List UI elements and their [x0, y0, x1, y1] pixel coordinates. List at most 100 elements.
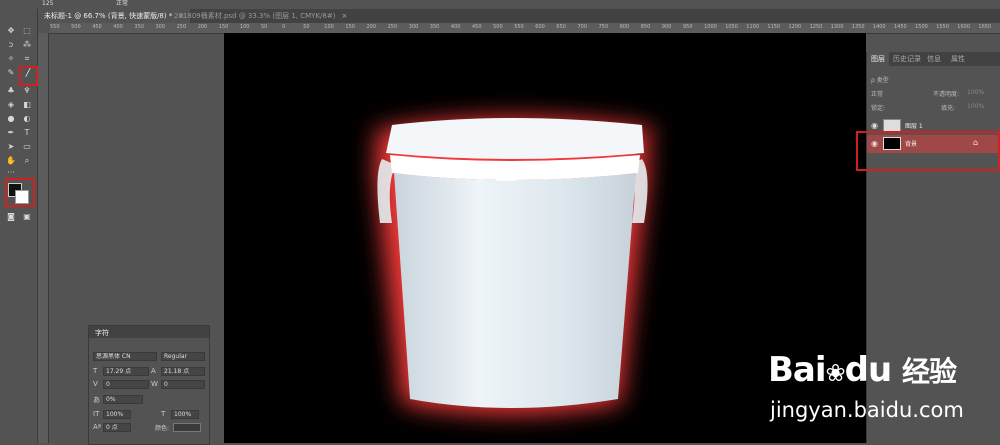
- blur-tool-icon[interactable]: ●: [4, 113, 18, 124]
- horizontal-scale-input[interactable]: 100%: [171, 410, 199, 419]
- ruler-tick-label: 100: [324, 24, 334, 30]
- ruler-tick-label: 350: [429, 24, 440, 30]
- vertical-scale-icon: IT: [93, 410, 100, 418]
- ruler-tick-label: 1500: [915, 24, 928, 30]
- font-family-select[interactable]: 思源黑体 CN: [93, 352, 157, 361]
- shape-tool-icon[interactable]: ▭: [20, 141, 34, 152]
- path-select-tool-icon[interactable]: ➤: [4, 141, 18, 152]
- ruler-tick-label: 1050: [725, 24, 738, 30]
- ruler-tick-label: 400: [450, 24, 461, 30]
- visibility-eye-icon[interactable]: ◉: [871, 121, 878, 130]
- tab-bucket-psd[interactable]: 201809桶素材.psd @ 33.3% (图层 1, CMYK/8#) ×: [168, 9, 353, 23]
- hand-tool-icon[interactable]: ✋: [4, 155, 18, 166]
- lasso-tool-icon[interactable]: ↄ: [4, 39, 18, 50]
- ruler-tick-label: 50: [261, 24, 268, 30]
- paw-icon: ❀: [825, 359, 846, 387]
- brush-mode-value[interactable]: 正常: [116, 0, 128, 8]
- ruler-tick-label: 1250: [809, 24, 823, 30]
- horizontal-scale-icon: T: [161, 410, 166, 418]
- lock-row: 锁定: 填充: 100%: [867, 102, 1000, 112]
- baidu-logo: Bai❀du 经验: [768, 350, 957, 390]
- gradient-tool-icon[interactable]: ◧: [20, 99, 34, 110]
- ruler-tick-label: 150: [218, 24, 229, 30]
- ruler-tick-label: 650: [556, 24, 566, 30]
- tab-properties[interactable]: 属性: [947, 52, 969, 66]
- crop-tool-icon[interactable]: ⌗: [20, 53, 34, 64]
- ruler-tick-label: 250: [387, 24, 398, 30]
- layers-panel-tabs: 图层 历史记录 信息 属性: [867, 52, 1000, 66]
- pen-tool-icon[interactable]: ✒: [4, 127, 18, 138]
- ruler-tick-label: 1100: [746, 24, 760, 30]
- leading-icon: A: [151, 367, 156, 375]
- font-style-select[interactable]: Regular: [161, 352, 205, 361]
- screen-mode-icon[interactable]: ▣: [20, 211, 34, 222]
- tab-history[interactable]: 历史记录: [889, 52, 925, 66]
- vertical-ruler: [38, 33, 49, 443]
- tracking-input[interactable]: 0: [161, 380, 205, 389]
- baseline-shift-input[interactable]: 0 点: [103, 423, 131, 432]
- marquee-tool-icon[interactable]: ⬚: [20, 25, 34, 36]
- lock-label: 锁定:: [871, 105, 886, 112]
- layer-filter-select[interactable]: ρ 类型: [871, 75, 889, 84]
- opacity-input[interactable]: 100%: [967, 89, 984, 96]
- ruler-tick-label: 350: [134, 24, 144, 30]
- eraser-tool-icon[interactable]: ◈: [4, 99, 18, 110]
- move-tool-icon[interactable]: ✥: [4, 25, 18, 36]
- ruler-tick-label: 1600: [957, 24, 971, 30]
- character-panel: 字符 思源黑体 CN Regular T 17.29 点 A 21.18 点 V…: [88, 325, 210, 445]
- layer-filter-row: ρ 类型: [867, 74, 1000, 84]
- ruler-tick-label: 450: [472, 24, 482, 30]
- ruler-tick-label: 550: [514, 24, 524, 30]
- tracking-icon: W: [151, 380, 158, 388]
- magic-wand-tool-icon[interactable]: ✧: [4, 53, 18, 64]
- eyedropper-tool-icon[interactable]: ✎: [4, 67, 18, 78]
- ruler-tick-label: 600: [535, 24, 545, 30]
- ruler-tick-label: 300: [408, 24, 419, 30]
- font-size-icon: T: [93, 367, 98, 375]
- ruler-tick-label: 1000: [704, 24, 717, 30]
- ruler-tick-label: 150: [345, 24, 355, 30]
- dodge-tool-icon[interactable]: ◐: [20, 113, 34, 124]
- ruler-tick-label: 500: [71, 24, 81, 30]
- vertical-scale-input[interactable]: 100%: [103, 410, 131, 419]
- ruler-tick-label: 400: [113, 24, 123, 30]
- ruler-tick-label: 750: [598, 24, 609, 30]
- quick-mask-icon[interactable]: ◙: [4, 211, 18, 222]
- kerning-icon: V: [93, 380, 98, 388]
- tools-panel: ✥ ⬚ ↄ ⁂ ✧ ⌗ ✎ ╱ ♣ ♆ ◈ ◧ ● ◐ ✒ T ➤ ▭ ✋ ⌕ …: [0, 9, 38, 443]
- ruler-tick-label: 300: [155, 24, 166, 30]
- stamp-tool-icon[interactable]: ♣: [4, 85, 18, 96]
- kerning-input[interactable]: 0: [103, 380, 149, 389]
- blend-mode-select[interactable]: 正常: [871, 89, 883, 98]
- ruler-tick-label: 700: [577, 24, 588, 30]
- ruler-tick-label: 950: [683, 24, 693, 30]
- ruler-tick-label: 450: [92, 24, 102, 30]
- fill-label: 填充:: [941, 105, 956, 112]
- more-tools-icon[interactable]: ···: [4, 167, 18, 178]
- watermark-suffix: 经验: [902, 355, 957, 388]
- ruler-tick-label: 1450: [894, 24, 907, 30]
- brush-size-value[interactable]: 125: [42, 0, 53, 8]
- watermark-brand2: du: [844, 350, 893, 390]
- text-color-swatch[interactable]: [173, 423, 201, 432]
- baseline-shift-icon: Aª: [93, 423, 102, 431]
- ruler-tick-label: 500: [493, 24, 503, 30]
- close-icon[interactable]: ×: [341, 12, 347, 20]
- ruler-tick-label: 1400: [872, 24, 886, 30]
- leading-input[interactable]: 21.18 点: [161, 367, 205, 376]
- tsume-input[interactable]: 0%: [103, 395, 143, 404]
- tab-label: 未标题-1 @ 66.7% (背景, 快速蒙版/8) *: [44, 12, 173, 20]
- fill-input[interactable]: 100%: [967, 103, 984, 110]
- history-brush-tool-icon[interactable]: ♆: [20, 85, 34, 96]
- tab-label: 201809桶素材.psd @ 33.3% (图层 1, CMYK/8#): [174, 12, 336, 20]
- ruler-tick-label: 1550: [936, 24, 949, 30]
- tab-layers[interactable]: 图层: [867, 52, 889, 66]
- ruler-tick-label: 50: [303, 24, 310, 30]
- quick-select-tool-icon[interactable]: ⁂: [20, 39, 34, 50]
- ruler-tick-label: 1300: [830, 24, 844, 30]
- tab-info[interactable]: 信息: [923, 52, 945, 66]
- font-size-input[interactable]: 17.29 点: [103, 367, 149, 376]
- zoom-tool-icon[interactable]: ⌕: [20, 155, 34, 166]
- type-tool-icon[interactable]: T: [20, 127, 34, 138]
- blend-row: 正常 不透明度: 100%: [867, 88, 1000, 98]
